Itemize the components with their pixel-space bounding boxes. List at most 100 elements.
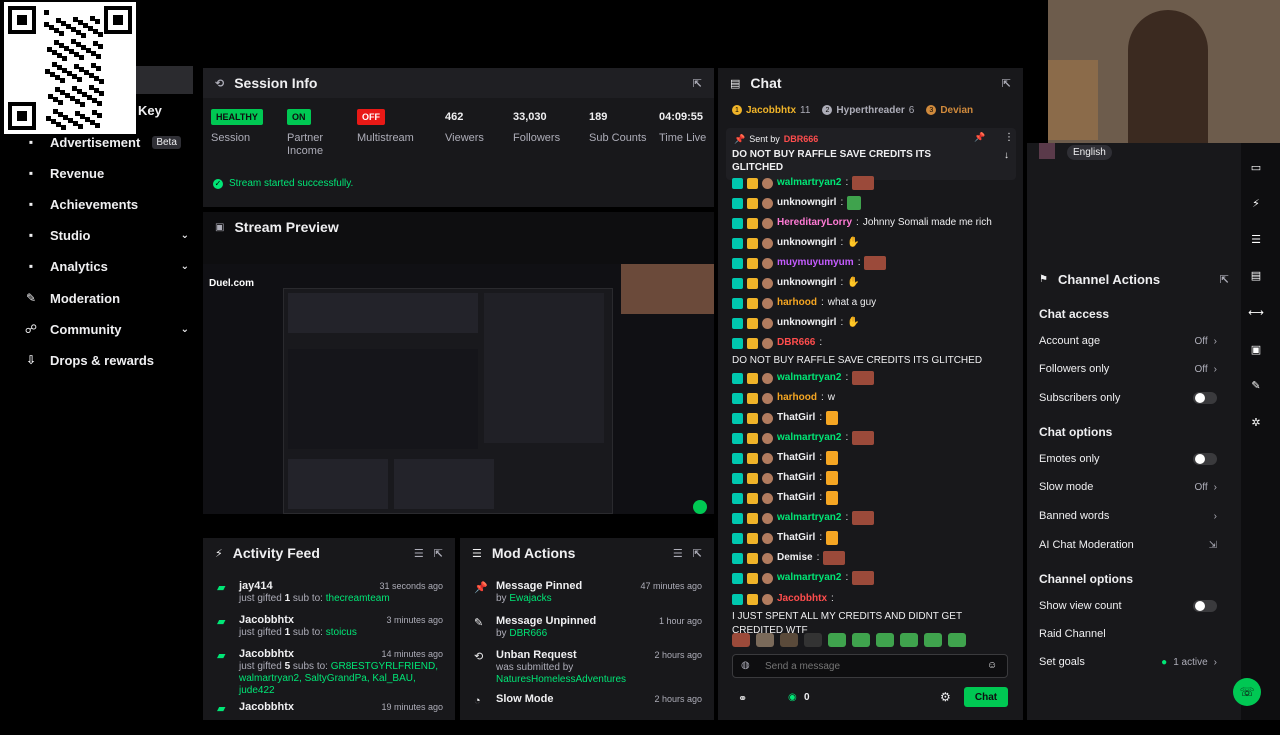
popout-icon[interactable]: ⇱: [693, 77, 702, 90]
chat-message[interactable]: unknowngirl:: [732, 196, 1012, 210]
emote-shortcut-icon[interactable]: [852, 633, 870, 647]
activity-item[interactable]: ▰ Jacobbhtx just gifted 1 sub to: stoicus 3…: [203, 614, 455, 648]
mod-action-item[interactable]: 📌 Message Pinned by Ewajacks 47 minutes ago: [460, 580, 714, 614]
sidebar-item-drops-rewards[interactable]: ⇩ Drops & rewards: [24, 348, 189, 372]
chat-message[interactable]: DBR666: DO NOT BUY RAFFLE SAVE CREDITS IT…: [732, 336, 1002, 368]
chat-username[interactable]: ThatGirl: [777, 471, 815, 485]
chat-username[interactable]: walmartryan2: [777, 511, 841, 525]
more-options-icon[interactable]: ⋮: [1004, 132, 1014, 143]
chat-username[interactable]: ThatGirl: [777, 411, 815, 425]
send-chat-button[interactable]: Chat: [964, 687, 1008, 707]
chat-message[interactable]: ThatGirl:: [732, 471, 1012, 485]
raid-channel-row[interactable]: Raid Channel: [1039, 628, 1217, 640]
chat-username[interactable]: unknowngirl: [777, 316, 836, 330]
emotes-only-toggle[interactable]: [1193, 453, 1217, 465]
sidebar-item-moderation[interactable]: ✎ Moderation: [24, 286, 189, 310]
emote-shortcut-icon[interactable]: [732, 633, 750, 647]
collapse-arrow-icon[interactable]: ↓: [1004, 150, 1009, 161]
banned-words-row[interactable]: Banned words ›: [1039, 510, 1217, 522]
rail-wrench-icon[interactable]: ✎: [1243, 372, 1269, 398]
sidebar-item-achievements[interactable]: ▪ Achievements: [24, 192, 189, 216]
chat-input[interactable]: [765, 658, 975, 674]
emote-shortcut-icon[interactable]: [804, 633, 822, 647]
chat-message[interactable]: HereditaryLorry: Johnny Somali made me ri…: [732, 216, 1012, 230]
chat-message[interactable]: walmartryan2:: [732, 511, 1012, 525]
chat-username[interactable]: Jacobbhtx: [777, 592, 827, 606]
chat-username[interactable]: HereditaryLorry: [777, 216, 852, 230]
chat-username[interactable]: muymuyumyum: [777, 256, 854, 270]
chat-username[interactable]: walmartryan2: [777, 431, 841, 445]
rail-session-icon[interactable]: ▭: [1243, 154, 1269, 180]
top-gifter[interactable]: 2 Hyperthreader 6: [822, 103, 914, 117]
followers-only-row[interactable]: Followers only Off ›: [1039, 363, 1217, 375]
activity-item[interactable]: ▰ Jacobbhtx just gifted 5 subs to: GR8ESTG…: [203, 648, 455, 696]
chat-message[interactable]: Demise:: [732, 551, 1012, 565]
popout-icon[interactable]: ⇱: [693, 547, 702, 560]
chat-username[interactable]: ThatGirl: [777, 451, 815, 465]
chat-message[interactable]: harhood: w: [732, 391, 1012, 405]
mod-action-item[interactable]: ⟲ Unban Request was submitted by NaturesHo…: [460, 649, 714, 685]
chat-username[interactable]: Demise: [777, 551, 813, 565]
smiley-icon[interactable]: ☺: [987, 660, 997, 671]
chat-message[interactable]: ThatGirl:: [732, 491, 1012, 505]
mod-action-item[interactable]: ◔ Slow Mode 2 hours ago: [460, 693, 714, 727]
chat-message[interactable]: harhood: what a guy: [732, 296, 1012, 310]
support-chat-icon[interactable]: ☏: [1233, 678, 1261, 706]
sidebar-item-advertisement[interactable]: ▪ Advertisement Beta: [24, 130, 189, 154]
emote-shortcut-icon[interactable]: [948, 633, 966, 647]
top-gifter[interactable]: 3 Devian: [926, 103, 973, 117]
emote-shortcut-icon[interactable]: [924, 633, 942, 647]
pinned-message[interactable]: 📌 Sent by DBR666 DO NOT BUY RAFFLE SAVE …: [726, 128, 1016, 180]
chat-username[interactable]: unknowngirl: [777, 196, 836, 210]
chat-message[interactable]: walmartryan2:: [732, 371, 1012, 385]
emote-shortcut-icon[interactable]: [900, 633, 918, 647]
chat-message[interactable]: ThatGirl:: [732, 411, 1012, 425]
chat-username[interactable]: walmartryan2: [777, 371, 841, 385]
chat-username[interactable]: unknowngirl: [777, 236, 836, 250]
slow-mode-row[interactable]: Slow mode Off ›: [1039, 481, 1217, 493]
chat-username[interactable]: ThatGirl: [777, 531, 815, 545]
sidebar-item-analytics[interactable]: ▪ Analytics ⌄: [24, 254, 189, 278]
sidebar-item-revenue[interactable]: ▪ Revenue: [24, 161, 189, 185]
popout-icon[interactable]: ⇱: [1220, 273, 1229, 286]
sidebar-item-studio[interactable]: ▪ Studio ⌄: [24, 223, 189, 247]
settings-gear-icon[interactable]: ⚙: [940, 690, 951, 704]
chat-message[interactable]: ThatGirl:: [732, 451, 1012, 465]
chat-input-box[interactable]: ◍ ☺: [732, 654, 1008, 678]
stream-key-label[interactable]: Key: [138, 103, 162, 118]
chat-message[interactable]: ThatGirl:: [732, 531, 1012, 545]
rail-link-icon[interactable]: ⟷: [1243, 299, 1269, 325]
subscribers-only-toggle[interactable]: [1193, 392, 1217, 404]
set-goals-row[interactable]: Set goals ● 1 active ›: [1039, 656, 1217, 668]
chat-message[interactable]: walmartryan2:: [732, 431, 1012, 445]
chat-message[interactable]: walmartryan2:: [732, 176, 1012, 190]
chat-message[interactable]: muymuyumyum:: [732, 256, 1012, 270]
rail-monitor-icon[interactable]: ▣: [1243, 336, 1269, 362]
unpin-icon[interactable]: 📌: [974, 132, 985, 143]
sidebar-item-community[interactable]: ☍ Community ⌄: [24, 317, 189, 341]
top-gifter[interactable]: 1 Jacobbhtx 11: [732, 103, 810, 117]
emote-shortcut-icon[interactable]: [828, 633, 846, 647]
community-points-icon[interactable]: ⚭: [738, 692, 747, 705]
popout-icon[interactable]: ⇱: [1002, 77, 1011, 90]
chat-message[interactable]: unknowngirl: ✋: [732, 276, 1012, 290]
ai-moderation-row[interactable]: AI Chat Moderation ⇲: [1039, 539, 1217, 551]
activity-item[interactable]: ▰ jay414 just gifted 1 sub to: thecreamtea…: [203, 580, 455, 614]
rail-list-icon[interactable]: ☰: [1243, 226, 1269, 252]
chat-username[interactable]: harhood: [777, 296, 817, 310]
chat-message[interactable]: walmartryan2:: [732, 571, 1012, 585]
emote-shortcut-icon[interactable]: [756, 633, 774, 647]
chat-username[interactable]: harhood: [777, 391, 817, 405]
show-view-count-toggle[interactable]: [1193, 600, 1217, 612]
emote-shortcut-icon[interactable]: [876, 633, 894, 647]
chat-message[interactable]: unknowngirl: ✋: [732, 316, 1012, 330]
chat-username[interactable]: DBR666: [777, 336, 815, 350]
chat-username[interactable]: ThatGirl: [777, 491, 815, 505]
emote-shortcut-icon[interactable]: [780, 633, 798, 647]
filter-icon[interactable]: ☰: [414, 547, 424, 560]
chat-message[interactable]: Jacobbhtx: I JUST SPENT ALL MY CREDITS AN…: [732, 592, 1002, 638]
stream-video[interactable]: Duel.com: [203, 264, 714, 514]
chat-username[interactable]: unknowngirl: [777, 276, 836, 290]
chat-message[interactable]: unknowngirl: ✋: [732, 236, 1012, 250]
activity-item[interactable]: ▰ Jacobbhtx 19 minutes ago: [203, 701, 455, 735]
